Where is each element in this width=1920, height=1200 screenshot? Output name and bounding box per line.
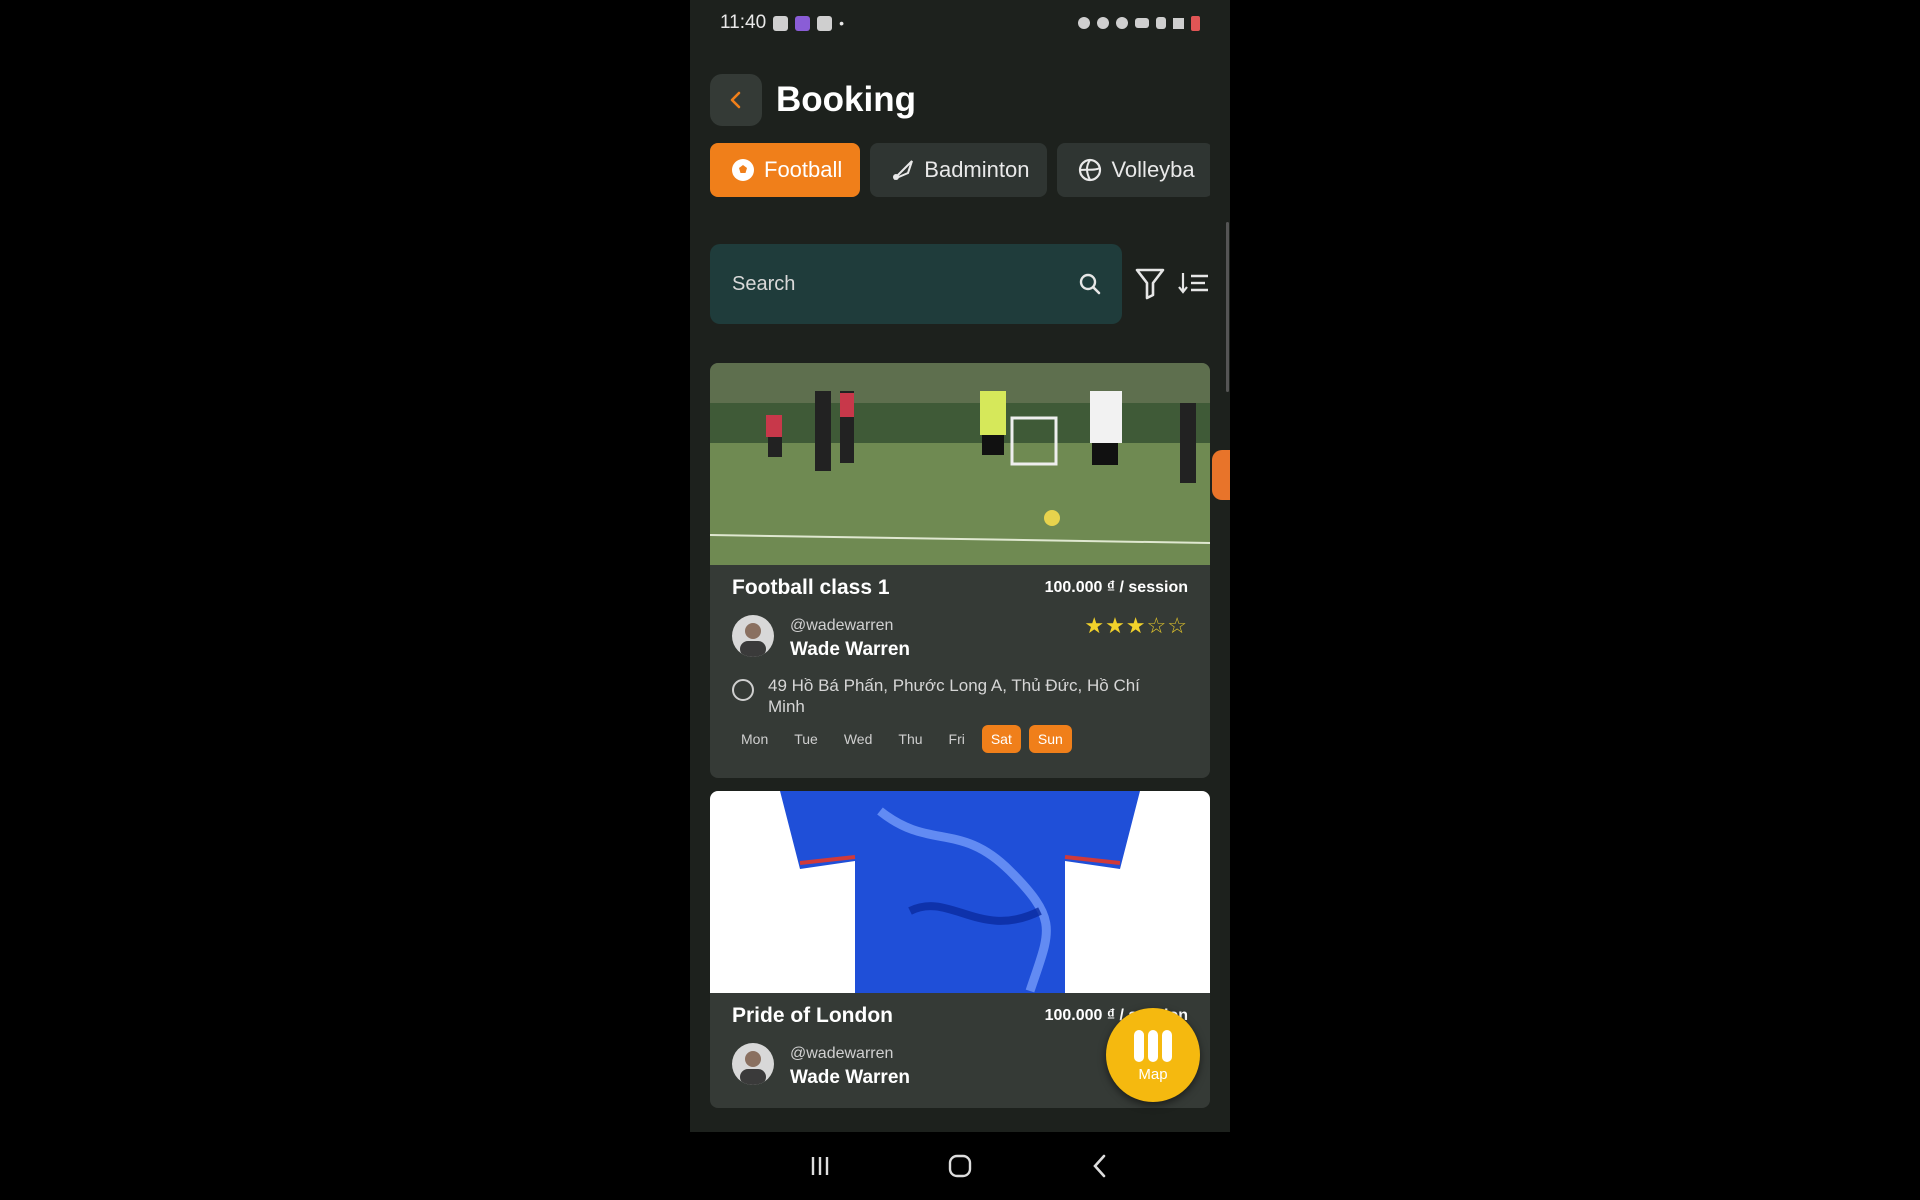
card-image-jersey <box>710 791 1210 993</box>
tab-label: Volleyba <box>1111 157 1195 182</box>
notification-icon <box>795 15 811 31</box>
notification-icon <box>773 15 789 31</box>
page-title: Booking <box>776 80 916 119</box>
star-icon: ★ <box>1125 613 1147 638</box>
hotspot-icon <box>1116 17 1128 29</box>
network-4g-icon <box>1156 17 1166 29</box>
status-time: 11:40 <box>720 12 767 33</box>
user-handle: @wadewarren <box>790 1045 894 1062</box>
page-header: Booking <box>710 74 916 126</box>
notification-icon <box>817 15 833 31</box>
star-icon: ★ <box>1084 613 1106 638</box>
chevron-left-icon <box>730 91 741 109</box>
signal-icon <box>1173 17 1184 29</box>
booking-card[interactable]: Football class 1 100.000 ₫ / session @wa… <box>710 363 1210 778</box>
battery-icon <box>1191 15 1200 31</box>
weekday-selector: Mon Tue Wed Thu Fri Sat Sun <box>732 725 1072 753</box>
location-icon <box>1097 17 1109 29</box>
user-name: Wade Warren <box>790 1067 911 1088</box>
card-price: 100.000 ₫ / session <box>1044 579 1188 596</box>
location-pin-icon <box>732 679 754 701</box>
sort-icon[interactable] <box>1178 270 1210 296</box>
star-rating: ★★★☆☆ <box>1084 613 1188 639</box>
filter-icon[interactable] <box>1134 266 1166 300</box>
sport-tabs: Football Badminton Volleyba <box>710 143 1210 197</box>
scrollbar[interactable] <box>1226 222 1229 392</box>
day-sat: Sat <box>981 725 1021 753</box>
status-bar: 11:40 • <box>690 0 1230 46</box>
system-back-button[interactable] <box>1075 1146 1125 1186</box>
user-handle: @wadewarren <box>790 617 894 634</box>
card-image-football-field <box>710 363 1210 565</box>
more-notifications-dot: • <box>839 15 845 31</box>
recent-apps-icon <box>811 1157 829 1175</box>
tab-badminton[interactable]: Badminton <box>870 143 1048 197</box>
star-icon: ★ <box>1105 613 1126 638</box>
tab-volleyball[interactable]: Volleyba <box>1057 143 1210 197</box>
map-icon <box>1134 1029 1172 1062</box>
card-title: Pride of London <box>732 1004 893 1027</box>
soccer-ball-icon <box>730 157 756 183</box>
day-fri: Fri <box>948 731 965 747</box>
map-button-label: Map <box>1138 1065 1168 1083</box>
search-bar <box>710 244 1122 324</box>
back-button[interactable] <box>710 74 762 126</box>
avatar[interactable] <box>732 615 774 657</box>
shuttlecock-icon <box>890 157 916 183</box>
system-nav-bar <box>690 1132 1230 1200</box>
avatar[interactable] <box>732 1043 774 1085</box>
day-mon: Mon <box>741 731 769 747</box>
search-icon[interactable] <box>1078 272 1102 296</box>
tab-label: Badminton <box>924 157 1030 182</box>
card-title: Football class 1 <box>732 576 890 599</box>
tab-label: Football <box>764 157 843 182</box>
search-input[interactable] <box>730 271 1034 297</box>
day-thu: Thu <box>898 731 923 747</box>
star-outline-icon: ☆ <box>1167 613 1188 638</box>
back-chevron-icon <box>1093 1154 1106 1178</box>
day-wed: Wed <box>843 731 873 747</box>
recent-apps-button[interactable] <box>795 1146 845 1186</box>
day-tue: Tue <box>794 731 818 747</box>
volleyball-icon <box>1077 157 1103 183</box>
user-name: Wade Warren <box>790 639 911 660</box>
home-button[interactable] <box>935 1146 985 1186</box>
card-address: 49 Hồ Bá Phấn, Phước Long A, Thủ Đức, Hồ… <box>768 676 1140 716</box>
volte-icon <box>1135 18 1149 28</box>
tab-football[interactable]: Football <box>710 143 861 197</box>
map-button[interactable]: Map <box>1106 1008 1200 1102</box>
star-outline-icon: ☆ <box>1146 613 1168 638</box>
alarm-icon <box>1078 17 1090 29</box>
home-icon <box>948 1154 972 1178</box>
phone-screen: 11:40 • Booking Football Badminton Volle… <box>690 0 1230 1200</box>
floating-bubble[interactable] <box>1212 450 1230 500</box>
day-sun: Sun <box>1028 725 1072 753</box>
